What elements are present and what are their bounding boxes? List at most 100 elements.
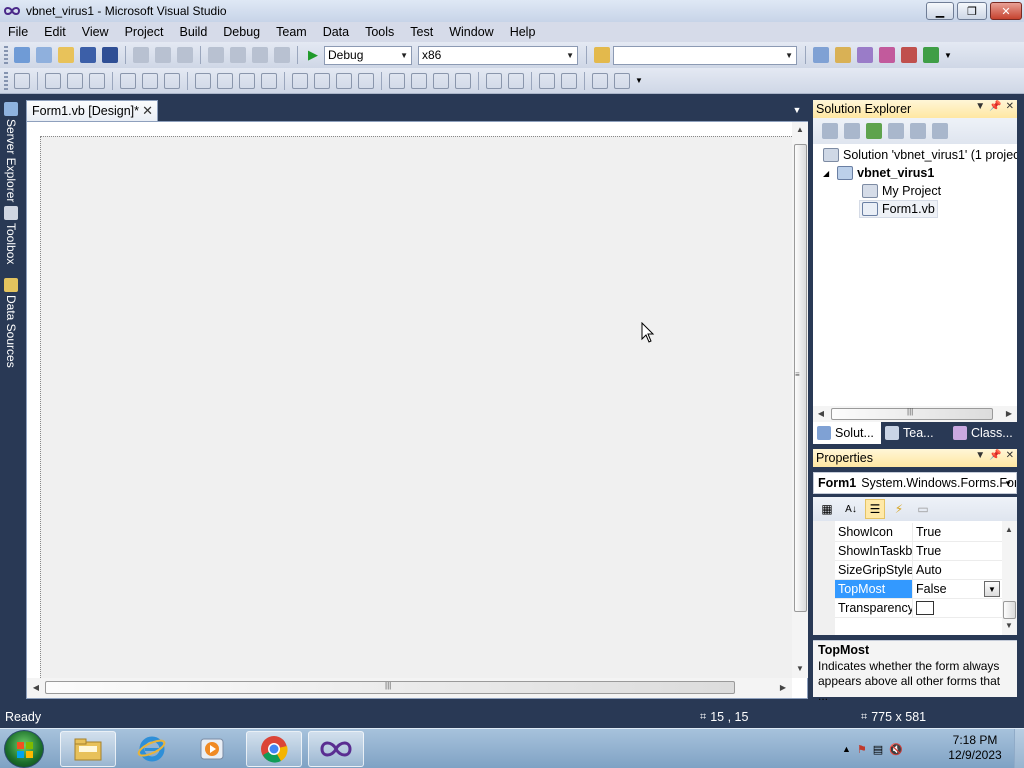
view-designer-icon[interactable] <box>910 123 926 139</box>
close-icon[interactable]: ✕ <box>1006 101 1014 112</box>
property-row-transparency[interactable]: Transparency <box>835 599 1002 618</box>
make-same-height-icon[interactable] <box>239 72 255 89</box>
align-centers-icon[interactable] <box>67 72 83 89</box>
tree-item-solution[interactable]: Solution 'vbnet_virus1' (1 project) <box>823 146 1017 164</box>
property-value[interactable]: Auto <box>913 561 1002 579</box>
new-project-icon[interactable] <box>14 47 30 63</box>
navigate-forward-icon[interactable] <box>274 47 290 63</box>
show-all-files-icon[interactable] <box>844 123 860 139</box>
property-pages-button[interactable]: ▭ <box>913 499 933 519</box>
property-value-field[interactable]: False ▼ <box>913 580 1002 598</box>
show-hidden-icons-icon[interactable]: ▲ <box>842 744 851 754</box>
taskbar-visual-studio[interactable] <box>308 731 364 767</box>
tab-team-explorer[interactable]: Tea... <box>881 422 949 444</box>
properties-button[interactable]: ☰ <box>865 499 885 519</box>
class-diagram-icon[interactable] <box>932 123 948 139</box>
scroll-left-icon[interactable]: ◀ <box>30 683 42 692</box>
decrease-vertical-spacing-icon[interactable] <box>433 72 449 89</box>
menu-window[interactable]: Window <box>441 22 501 42</box>
active-files-dropdown-icon[interactable]: ▼ <box>791 104 803 116</box>
property-dropdown-button[interactable]: ▼ <box>984 581 1000 597</box>
copy-icon[interactable] <box>155 47 171 63</box>
alphabetical-button[interactable]: A↓ <box>841 499 861 519</box>
send-to-back-icon[interactable] <box>561 72 577 89</box>
property-grid-vertical-scrollbar[interactable]: ▲ ▼ <box>1002 521 1017 635</box>
window-position-icon[interactable]: ▼ <box>975 101 985 112</box>
window-position-icon[interactable]: ▼ <box>975 450 985 461</box>
menu-edit[interactable]: Edit <box>36 22 74 42</box>
tree-item-my-project[interactable]: My Project <box>862 182 941 200</box>
server-explorer-tab[interactable]: Server Explorer <box>2 102 20 202</box>
remove-horizontal-spacing-icon[interactable] <box>358 72 374 89</box>
align-middles-icon[interactable] <box>142 72 158 89</box>
property-row-showicon[interactable]: ShowIcon True <box>835 523 1002 542</box>
redo-icon[interactable] <box>230 47 246 63</box>
toolbox-tab[interactable]: Toolbox <box>2 206 20 264</box>
minimize-button[interactable]: ▁ <box>926 2 954 20</box>
make-same-size-icon[interactable] <box>261 72 277 89</box>
align-to-grid-icon[interactable] <box>14 72 30 89</box>
extension-manager-icon[interactable] <box>901 47 917 63</box>
decrease-horizontal-spacing-icon[interactable] <box>336 72 352 89</box>
property-row-showintaskbar[interactable]: ShowInTaskbar True <box>835 542 1002 561</box>
save-icon[interactable] <box>80 47 96 63</box>
maximize-button[interactable]: ❐ <box>957 2 987 20</box>
menu-file[interactable]: File <box>0 22 36 42</box>
tree-item-form1[interactable]: Form1.vb <box>859 200 938 218</box>
network-icon[interactable]: ▤ <box>873 743 883 756</box>
view-code-icon[interactable] <box>888 123 904 139</box>
solution-explorer-horizontal-scrollbar[interactable]: ◀ ||| ▶ <box>813 406 1017 422</box>
paste-icon[interactable] <box>177 47 193 63</box>
scroll-right-icon[interactable]: ▶ <box>1003 409 1015 418</box>
pin-icon[interactable]: 📌 <box>989 101 1001 112</box>
scroll-down-icon[interactable]: ▼ <box>794 664 806 673</box>
taskbar-clock[interactable]: 7:18 PM 12/9/2023 <box>940 733 1010 763</box>
toolbar-overflow-icon[interactable]: ▼ <box>635 76 643 85</box>
taskbar-explorer[interactable] <box>60 731 116 767</box>
close-tab-icon[interactable]: ✕ <box>142 103 153 119</box>
data-sources-tab[interactable]: Data Sources <box>2 278 20 368</box>
align-lefts-icon[interactable] <box>45 72 61 89</box>
properties-window-icon[interactable] <box>835 47 851 63</box>
menu-data[interactable]: Data <box>315 22 357 42</box>
menu-help[interactable]: Help <box>502 22 544 42</box>
start-button[interactable] <box>4 730 44 768</box>
object-selector-dropdown[interactable]: Form1 System.Windows.Forms.Form ▼ <box>813 472 1017 494</box>
action-center-flag-icon[interactable]: ⚑ <box>857 743 867 756</box>
vertical-spacing-equal-icon[interactable] <box>389 72 405 89</box>
solution-configuration-dropdown[interactable]: Debug ▼ <box>324 45 412 65</box>
start-page-icon[interactable] <box>923 47 939 63</box>
toolbar-grip[interactable] <box>4 46 8 64</box>
tab-order-icon[interactable] <box>592 72 608 89</box>
taskbar-media-player[interactable] <box>184 731 240 767</box>
property-row-sizegripstyle[interactable]: SizeGripStyle Auto <box>835 561 1002 580</box>
property-value[interactable]: True <box>913 523 1002 541</box>
property-row-topmost[interactable]: TopMost False ▼ <box>835 580 1002 599</box>
menu-test[interactable]: Test <box>402 22 441 42</box>
menu-tools[interactable]: Tools <box>357 22 402 42</box>
collapse-triangle-icon[interactable]: ◢ <box>823 169 829 178</box>
tab-form1-design[interactable]: Form1.vb [Design]* ✕ <box>26 100 158 121</box>
increase-horizontal-spacing-icon[interactable] <box>314 72 330 89</box>
make-same-width-icon[interactable] <box>195 72 211 89</box>
property-value-field[interactable] <box>913 599 1002 617</box>
menu-debug[interactable]: Debug <box>215 22 268 42</box>
find-in-files-icon[interactable] <box>594 47 610 63</box>
categorized-button[interactable]: ▦ <box>817 499 837 519</box>
scroll-left-icon[interactable]: ◀ <box>815 409 827 418</box>
navigate-backward-icon[interactable] <box>252 47 268 63</box>
center-horizontally-icon[interactable] <box>486 72 502 89</box>
scroll-up-icon[interactable]: ▲ <box>794 125 806 134</box>
menu-project[interactable]: Project <box>117 22 172 42</box>
undo-icon[interactable] <box>208 47 224 63</box>
properties-icon[interactable] <box>822 123 838 139</box>
lock-controls-icon[interactable] <box>614 72 630 89</box>
scroll-up-icon[interactable]: ▲ <box>1003 525 1015 534</box>
close-icon[interactable]: ✕ <box>1006 450 1014 461</box>
property-grid-scroll-thumb[interactable] <box>1003 601 1016 619</box>
align-bottoms-icon[interactable] <box>164 72 180 89</box>
align-tops-icon[interactable] <box>120 72 136 89</box>
refresh-icon[interactable] <box>866 123 882 139</box>
align-rights-icon[interactable] <box>89 72 105 89</box>
cut-icon[interactable] <box>133 47 149 63</box>
